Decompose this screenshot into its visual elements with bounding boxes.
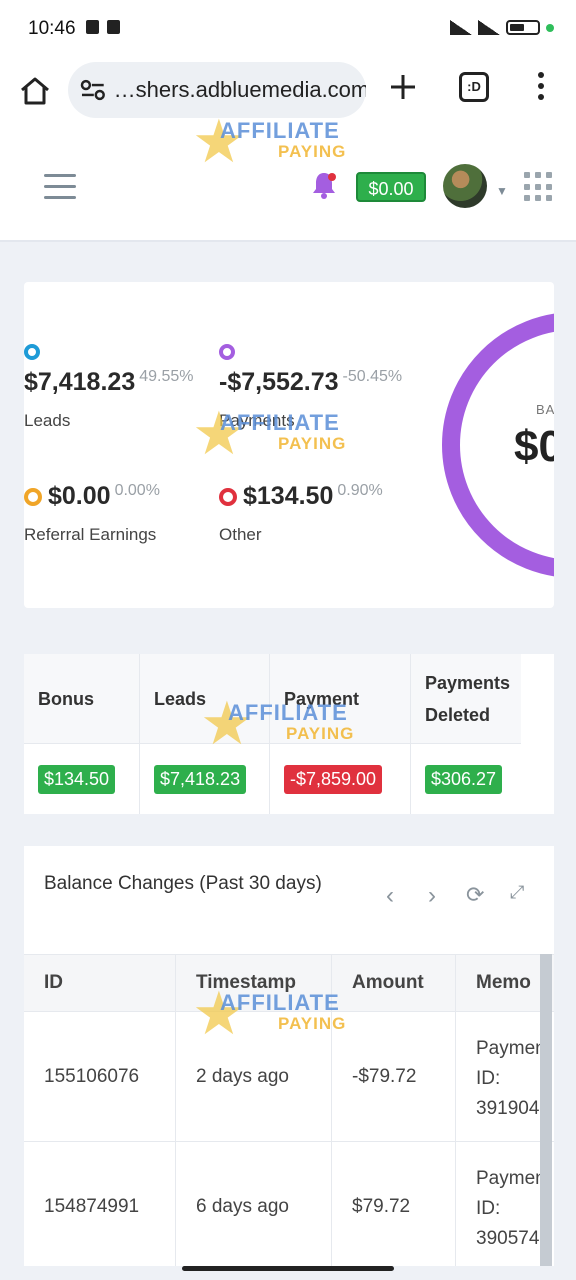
stat-payments: -$7,552.73 -50.45% Payments (219, 344, 402, 431)
new-tab-icon[interactable] (388, 72, 418, 102)
vertical-scrollbar[interactable] (540, 954, 552, 1266)
system-icons (450, 20, 554, 35)
amount-badge: $7,418.23 (154, 764, 247, 794)
stat-value: $0.00 (48, 482, 111, 510)
stat-label: Leads (24, 411, 71, 430)
summary-table: Bonus $134.50 Leads $7,418.23 Payment -$… (24, 654, 554, 814)
avatar[interactable] (443, 164, 487, 208)
apps-grid-icon[interactable] (524, 172, 554, 202)
card-title: Balance Changes (Past 30 days) (44, 873, 322, 894)
column-header-timestamp[interactable]: Timestamp (176, 955, 332, 1013)
address-bar[interactable]: …shers.adbluemedia.com (68, 62, 366, 118)
table-header: ID Timestamp Amount Memo (24, 954, 554, 1013)
stat-value: $7,418.23 (24, 368, 136, 396)
amount-badge: -$7,859.00 (284, 764, 383, 794)
memo-line: 391904 (476, 1098, 540, 1119)
refresh-icon[interactable]: ⟳ (466, 882, 484, 908)
stat-referral: $0.00 0.00% Referral Earnings (24, 482, 160, 545)
signal-icon (478, 20, 500, 35)
column-header: Leads (140, 654, 269, 744)
stat-value: -$7,552.73 (219, 368, 339, 396)
donut-label: BALA (536, 402, 554, 417)
memo-line: ID: (476, 1198, 501, 1219)
chevron-down-icon[interactable]: ▼ (496, 184, 508, 198)
table-row: 155106076 2 days ago -$79.72 Payment ID:… (24, 1012, 554, 1142)
cell-memo: Payment ID: 390574 (456, 1142, 540, 1266)
column-header: Bonus (24, 654, 139, 744)
stat-other: $134.50 0.90% Other (219, 482, 383, 545)
expand-icon[interactable]: ⤢ (510, 882, 524, 903)
home-icon[interactable] (18, 74, 52, 108)
balance-badge[interactable]: $0.00 (356, 172, 426, 202)
column-header: Payment (270, 654, 410, 744)
cell-id: 155106076 (24, 1012, 176, 1142)
amount-badge: $306.27 (425, 764, 503, 794)
gesture-bar[interactable] (182, 1266, 394, 1271)
privacy-dot-icon (546, 23, 554, 32)
stat-percent: 49.55% (139, 368, 194, 385)
stat-label: Payments (219, 411, 295, 430)
site-header: $0.00 ▼ (0, 130, 576, 242)
cell-timestamp: 2 days ago (176, 1012, 332, 1142)
status-time: 10:46 (28, 18, 76, 39)
tab-switcher-button[interactable]: :D (459, 72, 489, 102)
browser-toolbar: …shers.adbluemedia.com :D (0, 58, 576, 130)
memo-line: Payment (476, 1168, 540, 1189)
more-menu-icon[interactable] (536, 72, 546, 104)
legend-dot-icon (24, 344, 40, 360)
notification-bell-icon[interactable] (310, 170, 338, 200)
cell-amount: $79.72 (332, 1142, 456, 1266)
site-settings-icon[interactable] (80, 79, 106, 101)
cell-memo: Payment ID: 391904 (456, 1012, 540, 1142)
column-header-amount[interactable]: Amount (332, 955, 456, 1013)
cell-amount: -$79.72 (332, 1012, 456, 1142)
cell-timestamp: 6 days ago (176, 1142, 332, 1266)
url-text: …shers.adbluemedia.com (113, 77, 366, 102)
summary-col-payments-deleted: Payments Deleted $306.27 (411, 654, 554, 814)
signal-icon (450, 20, 472, 35)
memo-line: 390574 (476, 1228, 540, 1249)
legend-dot-icon (219, 344, 235, 360)
previous-icon[interactable]: ‹ (386, 882, 394, 910)
table-row: 154874991 6 days ago $79.72 Payment ID: … (24, 1142, 554, 1266)
summary-col-leads: Leads $7,418.23 (140, 654, 270, 814)
memo-line: Payment (476, 1038, 540, 1059)
legend-dot-icon (24, 488, 42, 506)
column-header-memo[interactable]: Memo (456, 955, 540, 1013)
earnings-overview-card: $7,418.23 49.55% Leads -$7,552.73 -50.45% … (24, 282, 554, 608)
stat-label: Referral Earnings (24, 525, 157, 544)
summary-col-payment: Payment -$7,859.00 (270, 654, 411, 814)
column-header: Payments Deleted (411, 654, 521, 744)
battery-icon (506, 20, 540, 35)
summary-col-bonus: Bonus $134.50 (24, 654, 140, 814)
donut-value: $0. (514, 422, 554, 471)
stat-label: Other (219, 525, 262, 544)
next-icon[interactable]: › (428, 882, 436, 910)
stat-leads: $7,418.23 49.55% Leads (24, 344, 193, 431)
stat-value: $134.50 (243, 482, 334, 510)
stat-percent: 0.00% (114, 482, 160, 499)
memo-line: ID: (476, 1068, 501, 1089)
menu-icon[interactable] (44, 174, 76, 200)
notification-icons (86, 20, 120, 34)
stat-percent: -50.45% (342, 368, 403, 385)
status-bar: 10:46 (0, 0, 576, 58)
balance-changes-card: Balance Changes (Past 30 days) ‹ › ⟳ ⤢ I… (24, 846, 554, 1266)
legend-dot-icon (219, 488, 237, 506)
column-header-id[interactable]: ID (24, 955, 176, 1013)
cell-id: 154874991 (24, 1142, 176, 1266)
amount-badge: $134.50 (38, 764, 116, 794)
stat-percent: 0.90% (337, 482, 383, 499)
